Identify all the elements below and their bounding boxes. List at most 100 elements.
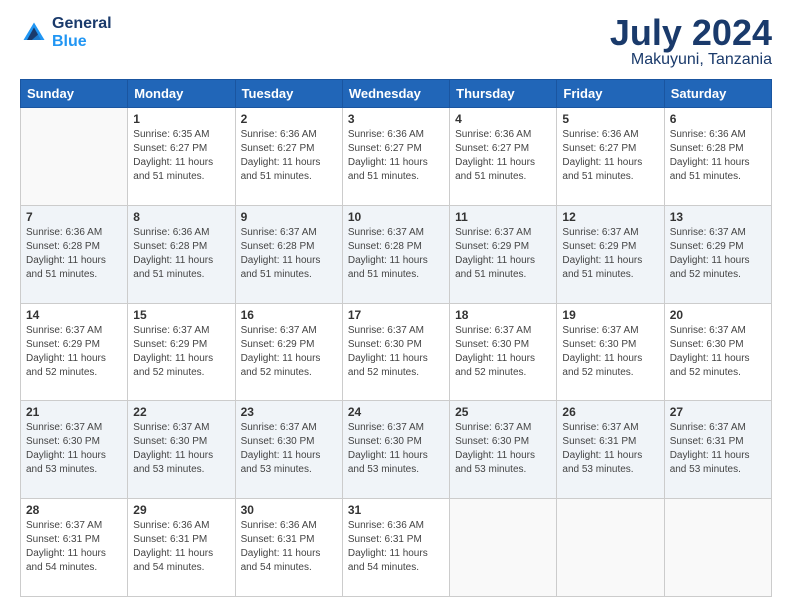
- day-number: 22: [133, 405, 229, 419]
- table-cell: 21 Sunrise: 6:37 AM Sunset: 6:30 PM Dayli…: [21, 401, 128, 499]
- day-number: 8: [133, 210, 229, 224]
- header: General Blue July 2024 Makuyuni, Tanzani…: [20, 15, 772, 69]
- table-cell: [450, 499, 557, 597]
- table-cell: [21, 108, 128, 206]
- col-tuesday: Tuesday: [235, 80, 342, 108]
- day-number: 31: [348, 503, 444, 517]
- table-cell: 14 Sunrise: 6:37 AM Sunset: 6:29 PM Dayli…: [21, 303, 128, 401]
- day-number: 14: [26, 308, 122, 322]
- table-cell: 27 Sunrise: 6:37 AM Sunset: 6:31 PM Dayli…: [664, 401, 771, 499]
- day-number: 17: [348, 308, 444, 322]
- day-number: 13: [670, 210, 766, 224]
- day-number: 11: [455, 210, 551, 224]
- day-info: Sunrise: 6:37 AM Sunset: 6:30 PM Dayligh…: [133, 421, 229, 477]
- table-cell: 6 Sunrise: 6:36 AM Sunset: 6:28 PM Daylig…: [664, 108, 771, 206]
- page: General Blue July 2024 Makuyuni, Tanzani…: [0, 0, 792, 612]
- day-info: Sunrise: 6:37 AM Sunset: 6:28 PM Dayligh…: [348, 226, 444, 282]
- day-info: Sunrise: 6:37 AM Sunset: 6:29 PM Dayligh…: [670, 226, 766, 282]
- table-cell: 11 Sunrise: 6:37 AM Sunset: 6:29 PM Dayli…: [450, 205, 557, 303]
- day-number: 27: [670, 405, 766, 419]
- table-cell: 19 Sunrise: 6:37 AM Sunset: 6:30 PM Dayli…: [557, 303, 664, 401]
- col-wednesday: Wednesday: [342, 80, 449, 108]
- table-cell: 29 Sunrise: 6:36 AM Sunset: 6:31 PM Dayli…: [128, 499, 235, 597]
- table-cell: 12 Sunrise: 6:37 AM Sunset: 6:29 PM Dayli…: [557, 205, 664, 303]
- table-cell: 31 Sunrise: 6:36 AM Sunset: 6:31 PM Dayli…: [342, 499, 449, 597]
- day-number: 26: [562, 405, 658, 419]
- title-section: July 2024 Makuyuni, Tanzania: [610, 15, 772, 69]
- table-cell: 2 Sunrise: 6:36 AM Sunset: 6:27 PM Daylig…: [235, 108, 342, 206]
- calendar-header-row: Sunday Monday Tuesday Wednesday Thursday…: [21, 80, 772, 108]
- logo-icon: [20, 19, 48, 47]
- day-number: 18: [455, 308, 551, 322]
- day-info: Sunrise: 6:36 AM Sunset: 6:27 PM Dayligh…: [241, 128, 337, 184]
- day-info: Sunrise: 6:36 AM Sunset: 6:28 PM Dayligh…: [670, 128, 766, 184]
- day-info: Sunrise: 6:36 AM Sunset: 6:28 PM Dayligh…: [26, 226, 122, 282]
- day-info: Sunrise: 6:37 AM Sunset: 6:28 PM Dayligh…: [241, 226, 337, 282]
- day-info: Sunrise: 6:37 AM Sunset: 6:31 PM Dayligh…: [562, 421, 658, 477]
- day-number: 10: [348, 210, 444, 224]
- table-cell: 10 Sunrise: 6:37 AM Sunset: 6:28 PM Dayli…: [342, 205, 449, 303]
- table-cell: 23 Sunrise: 6:37 AM Sunset: 6:30 PM Dayli…: [235, 401, 342, 499]
- table-cell: 24Sunrise: 6:37 AM Sunset: 6:30 PM Dayli…: [342, 401, 449, 499]
- col-monday: Monday: [128, 80, 235, 108]
- day-info: Sunrise: 6:37 AM Sunset: 6:30 PM Dayligh…: [562, 324, 658, 380]
- day-number: 25: [455, 405, 551, 419]
- table-cell: 22 Sunrise: 6:37 AM Sunset: 6:30 PM Dayli…: [128, 401, 235, 499]
- table-cell: 1Sunrise: 6:35 AM Sunset: 6:27 PM Daylig…: [128, 108, 235, 206]
- calendar-table: Sunday Monday Tuesday Wednesday Thursday…: [20, 79, 772, 597]
- table-cell: 26 Sunrise: 6:37 AM Sunset: 6:31 PM Dayli…: [557, 401, 664, 499]
- day-number: 2: [241, 112, 337, 126]
- table-cell: 25Sunrise: 6:37 AM Sunset: 6:30 PM Dayli…: [450, 401, 557, 499]
- day-info: Sunrise: 6:37 AM Sunset: 6:29 PM Dayligh…: [562, 226, 658, 282]
- day-info: Sunrise: 6:36 AM Sunset: 6:31 PM Dayligh…: [133, 519, 229, 575]
- col-thursday: Thursday: [450, 80, 557, 108]
- day-number: 30: [241, 503, 337, 517]
- table-cell: 20Sunrise: 6:37 AM Sunset: 6:30 PM Dayli…: [664, 303, 771, 401]
- table-cell: 8 Sunrise: 6:36 AM Sunset: 6:28 PM Daylig…: [128, 205, 235, 303]
- day-info: Sunrise: 6:36 AM Sunset: 6:31 PM Dayligh…: [348, 519, 444, 575]
- day-info: Sunrise: 6:37 AM Sunset: 6:30 PM Dayligh…: [670, 324, 766, 380]
- day-info: Sunrise: 6:37 AM Sunset: 6:30 PM Dayligh…: [241, 421, 337, 477]
- day-number: 23: [241, 405, 337, 419]
- table-cell: 13 Sunrise: 6:37 AM Sunset: 6:29 PM Dayli…: [664, 205, 771, 303]
- day-number: 1: [133, 112, 229, 126]
- day-info: Sunrise: 6:37 AM Sunset: 6:30 PM Dayligh…: [26, 421, 122, 477]
- day-number: 3: [348, 112, 444, 126]
- day-info: Sunrise: 6:37 AM Sunset: 6:30 PM Dayligh…: [455, 324, 551, 380]
- table-cell: 5Sunrise: 6:36 AM Sunset: 6:27 PM Daylig…: [557, 108, 664, 206]
- table-cell: [664, 499, 771, 597]
- day-info: Sunrise: 6:37 AM Sunset: 6:31 PM Dayligh…: [670, 421, 766, 477]
- day-number: 29: [133, 503, 229, 517]
- day-number: 7: [26, 210, 122, 224]
- day-number: 21: [26, 405, 122, 419]
- col-sunday: Sunday: [21, 80, 128, 108]
- calendar-week-3: 14 Sunrise: 6:37 AM Sunset: 6:29 PM Dayli…: [21, 303, 772, 401]
- table-cell: 15 Sunrise: 6:37 AM Sunset: 6:29 PM Dayli…: [128, 303, 235, 401]
- day-info: Sunrise: 6:37 AM Sunset: 6:29 PM Dayligh…: [455, 226, 551, 282]
- day-info: Sunrise: 6:37 AM Sunset: 6:31 PM Dayligh…: [26, 519, 122, 575]
- day-number: 15: [133, 308, 229, 322]
- table-cell: 9 Sunrise: 6:37 AM Sunset: 6:28 PM Daylig…: [235, 205, 342, 303]
- day-info: Sunrise: 6:37 AM Sunset: 6:29 PM Dayligh…: [133, 324, 229, 380]
- table-cell: 28Sunrise: 6:37 AM Sunset: 6:31 PM Dayli…: [21, 499, 128, 597]
- day-info: Sunrise: 6:37 AM Sunset: 6:30 PM Dayligh…: [348, 324, 444, 380]
- day-info: Sunrise: 6:36 AM Sunset: 6:27 PM Dayligh…: [562, 128, 658, 184]
- location-title: Makuyuni, Tanzania: [610, 51, 772, 69]
- day-number: 16: [241, 308, 337, 322]
- day-number: 9: [241, 210, 337, 224]
- day-number: 4: [455, 112, 551, 126]
- table-cell: 4 Sunrise: 6:36 AM Sunset: 6:27 PM Daylig…: [450, 108, 557, 206]
- day-number: 6: [670, 112, 766, 126]
- table-cell: 16Sunrise: 6:37 AM Sunset: 6:29 PM Dayli…: [235, 303, 342, 401]
- day-number: 12: [562, 210, 658, 224]
- table-cell: [557, 499, 664, 597]
- calendar-week-2: 7 Sunrise: 6:36 AM Sunset: 6:28 PM Daylig…: [21, 205, 772, 303]
- day-number: 19: [562, 308, 658, 322]
- day-info: Sunrise: 6:36 AM Sunset: 6:28 PM Dayligh…: [133, 226, 229, 282]
- col-saturday: Saturday: [664, 80, 771, 108]
- day-info: Sunrise: 6:36 AM Sunset: 6:31 PM Dayligh…: [241, 519, 337, 575]
- calendar-week-5: 28Sunrise: 6:37 AM Sunset: 6:31 PM Dayli…: [21, 499, 772, 597]
- day-info: Sunrise: 6:37 AM Sunset: 6:29 PM Dayligh…: [26, 324, 122, 380]
- month-title: July 2024: [610, 15, 772, 51]
- day-info: Sunrise: 6:36 AM Sunset: 6:27 PM Dayligh…: [455, 128, 551, 184]
